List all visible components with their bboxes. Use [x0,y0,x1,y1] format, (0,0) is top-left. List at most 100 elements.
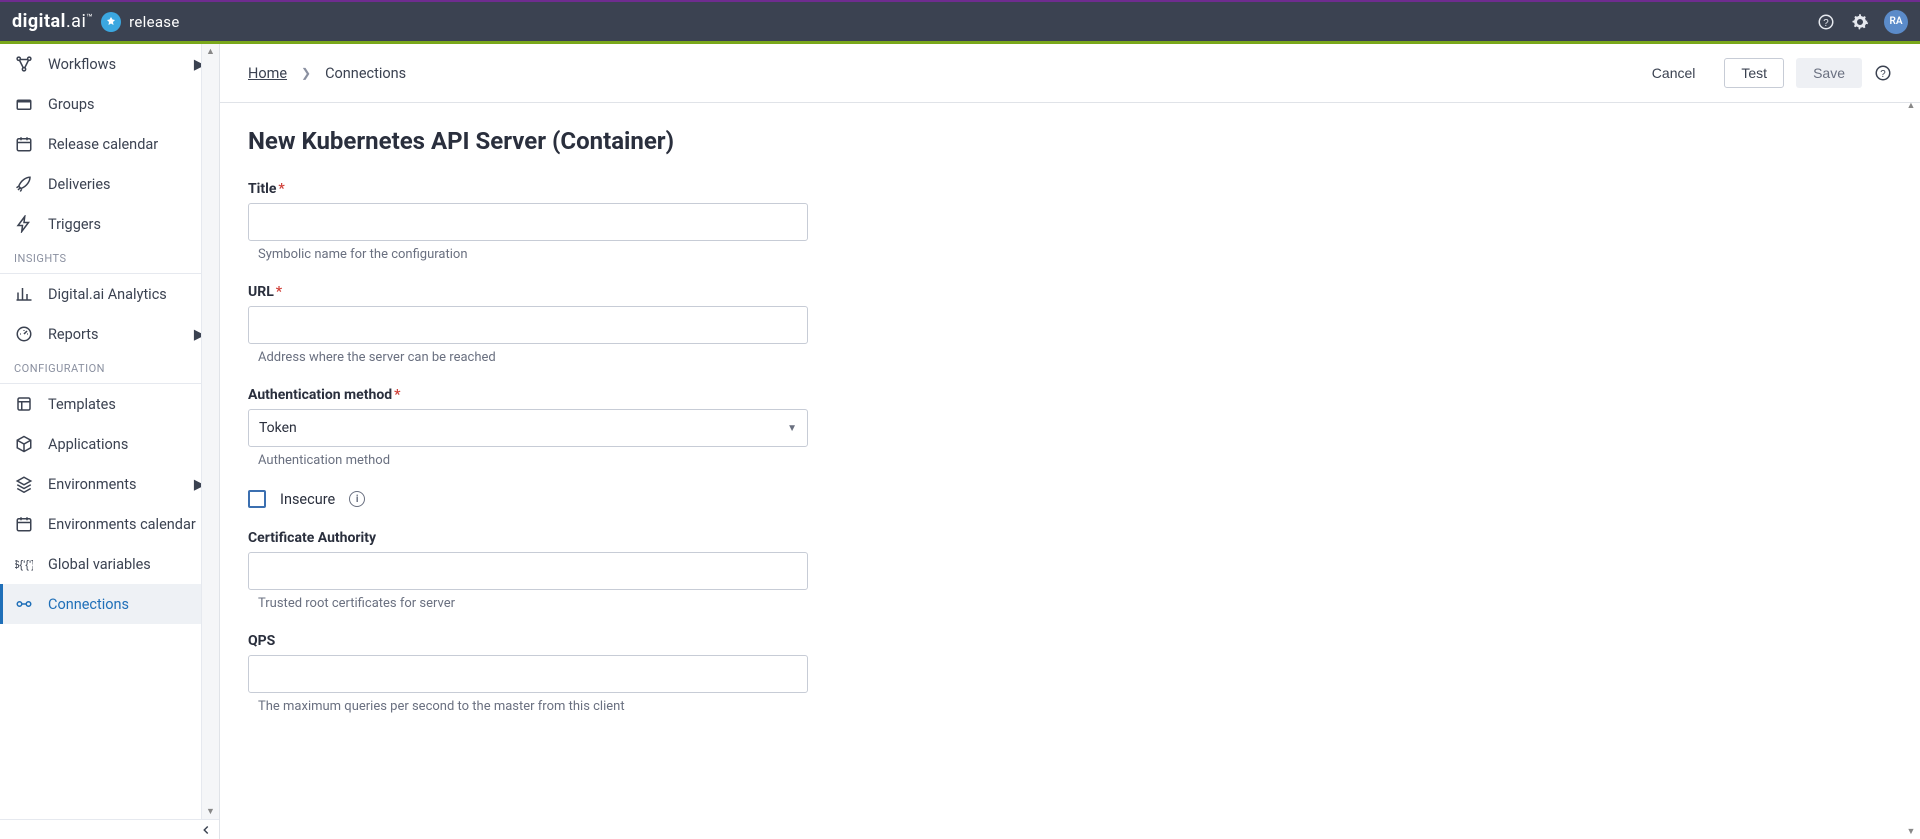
sidebar-item-label: Workflows [48,56,116,73]
sidebar-item-workflows[interactable]: Workflows ▶ [0,44,219,84]
scroll-down-icon[interactable]: ▼ [206,806,215,817]
sidebar-item-triggers[interactable]: Triggers [0,204,219,244]
sidebar-item-global-vars[interactable]: ${'{'} Global variables [0,544,219,584]
sidebar-item-groups[interactable]: Groups [0,84,219,124]
chart-icon [14,285,34,303]
sidebar-collapse-button[interactable] [0,819,219,839]
checkbox-label: Insecure [280,491,335,508]
field-url: URL * Address where the server can be re… [248,284,808,365]
product-glyph-icon [101,12,121,32]
field-label: QPS [248,633,275,649]
sidebar-section-insights: INSIGHTS [0,244,219,274]
url-input[interactable] [248,306,808,344]
sidebar-item-reports[interactable]: Reports ▶ [0,314,219,354]
required-indicator: * [394,387,400,403]
field-label: Title [248,181,276,197]
product-name: release [129,13,179,31]
gauge-icon [14,325,34,343]
main: Home ❯ Connections Cancel Test Save ? Ne… [220,44,1920,839]
field-helper: Trusted root certificates for server [248,596,808,611]
sidebar: Workflows ▶ Groups Release calendar Deli… [0,44,220,839]
sidebar-item-label: Templates [48,396,116,413]
field-title: Title * Symbolic name for the configurat… [248,181,808,262]
cube-icon [14,435,34,453]
form-content: New Kubernetes API Server (Container) Ti… [220,103,1920,839]
field-helper: Address where the server can be reached [248,350,808,365]
sidebar-section-configuration: CONFIGURATION [0,354,219,384]
sidebar-item-applications[interactable]: Applications [0,424,219,464]
field-label: Authentication method [248,387,392,403]
calendar-icon [14,135,34,153]
sidebar-item-label: Digital.ai Analytics [48,286,167,303]
sidebar-item-release-calendar[interactable]: Release calendar [0,124,219,164]
gear-icon[interactable] [1850,12,1870,32]
page-title: New Kubernetes API Server (Container) [248,127,1892,155]
test-button[interactable]: Test [1724,58,1784,88]
cancel-button[interactable]: Cancel [1635,58,1713,88]
field-label: Certificate Authority [248,530,376,546]
field-helper: Authentication method [248,453,808,468]
sidebar-item-label: Applications [48,436,128,453]
sidebar-item-deliveries[interactable]: Deliveries [0,164,219,204]
logo-text: digital.ai™ [12,11,93,32]
svg-text:?: ? [1823,17,1829,28]
auth-method-select[interactable]: Token ▼ [248,409,808,447]
sidebar-item-label: Global variables [48,556,151,573]
calendar-icon [14,515,34,533]
help-icon[interactable]: ? [1874,64,1892,82]
dollar-braces-icon: ${'{'} [14,555,34,573]
svg-text:${'{'}: ${'{'} [15,559,33,571]
insecure-checkbox[interactable] [248,490,266,508]
field-insecure: Insecure i [248,490,808,508]
ca-input[interactable] [248,552,808,590]
scroll-up-icon[interactable]: ▲ [1907,100,1916,111]
required-indicator: * [278,181,284,197]
workflow-icon [14,55,34,73]
sidebar-scrollbar[interactable]: ▲ ▼ [201,44,219,819]
sidebar-item-label: Deliveries [48,176,111,193]
info-icon[interactable]: i [349,491,365,507]
breadcrumb-current: Connections [325,65,406,82]
required-indicator: * [276,284,282,300]
topbar-actions: ? RA [1816,10,1908,34]
folder-icon [14,95,34,113]
scroll-down-icon[interactable]: ▼ [1907,826,1916,837]
field-ca: Certificate Authority Trusted root certi… [248,530,808,611]
sidebar-item-environments[interactable]: Environments ▶ [0,464,219,504]
sidebar-item-analytics[interactable]: Digital.ai Analytics [0,274,219,314]
help-icon[interactable]: ? [1816,12,1836,32]
rocket-icon [14,175,34,193]
connection-icon [14,595,34,613]
breadcrumb: Home ❯ Connections [248,65,406,82]
sidebar-item-templates[interactable]: Templates [0,384,219,424]
sidebar-item-label: Environments calendar [48,516,196,533]
title-input[interactable] [248,203,808,241]
field-auth-method: Authentication method * Token ▼ Authenti… [248,387,808,468]
scroll-up-icon[interactable]: ▲ [206,46,215,57]
header-actions: Cancel Test Save ? [1635,58,1892,88]
qps-input[interactable] [248,655,808,693]
sidebar-item-label: Reports [48,326,99,343]
brand: digital.ai™ release [12,11,180,32]
sidebar-item-label: Groups [48,96,95,113]
field-helper: The maximum queries per second to the ma… [248,699,808,714]
svg-text:?: ? [1880,69,1886,80]
field-qps: QPS The maximum queries per second to th… [248,633,808,714]
breadcrumb-home[interactable]: Home [248,65,287,82]
field-label: URL [248,284,274,300]
chevron-right-icon: ❯ [301,66,311,80]
chevron-down-icon: ▼ [787,423,797,434]
main-scrollbar[interactable]: ▲ ▼ [1902,98,1920,839]
select-value: Token [259,420,297,436]
field-helper: Symbolic name for the configuration [248,247,808,262]
sidebar-item-env-calendar[interactable]: Environments calendar [0,504,219,544]
save-button[interactable]: Save [1796,58,1862,88]
topbar: digital.ai™ release ? RA [0,0,1920,41]
sidebar-item-label: Environments [48,476,137,493]
bolt-icon [14,215,34,233]
avatar[interactable]: RA [1884,10,1908,34]
sidebar-item-label: Triggers [48,216,101,233]
sidebar-item-connections[interactable]: Connections [0,584,219,624]
layers-icon [14,475,34,493]
template-icon [14,395,34,413]
